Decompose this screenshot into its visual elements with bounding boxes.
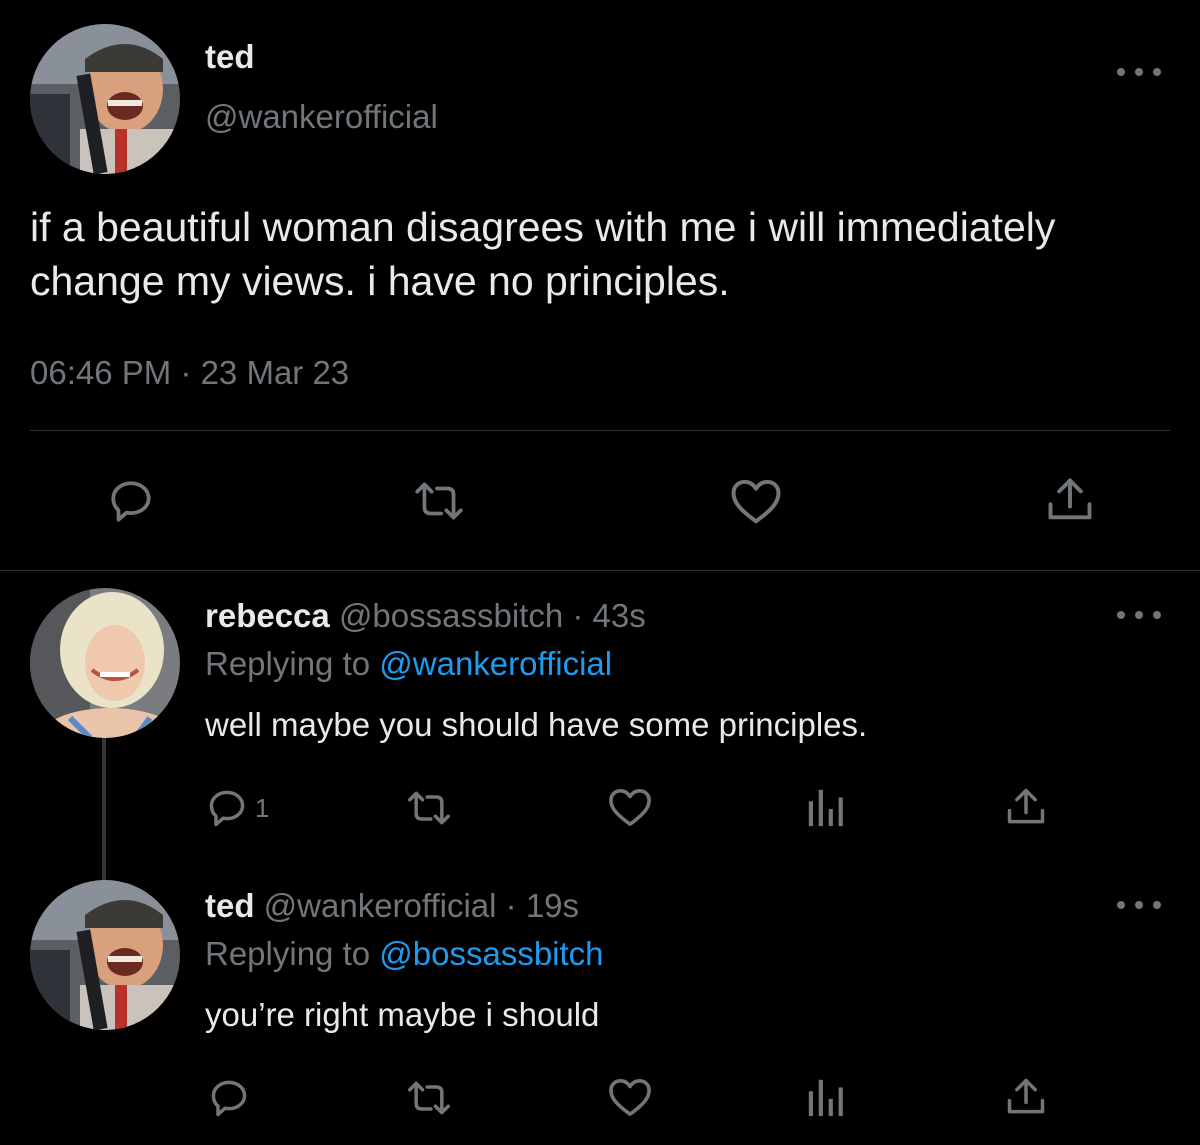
share-icon[interactable] [1004,784,1048,830]
reply-icon[interactable] [207,1076,251,1120]
retweet-icon[interactable] [412,476,466,526]
reply-icon [209,790,245,827]
avatar-ted[interactable] [30,880,180,1030]
tweet-thread: ted @wankerofficial if a beautiful woman… [0,0,1200,1145]
divider [30,430,1170,431]
reply-count: 1 [255,792,270,823]
like-icon[interactable] [607,1076,653,1118]
reply-text: you’re right maybe i should [205,996,600,1033]
tweet-text: if a beautiful woman disagrees with me i… [30,204,1056,304]
author-handle[interactable]: @wankerofficial [264,887,497,924]
mention-link[interactable]: @bossassbitch [379,935,603,972]
share-icon[interactable] [1044,474,1096,526]
avatar-rebecca[interactable] [30,588,180,738]
views-icon[interactable] [806,1076,846,1118]
share-icon[interactable] [1004,1074,1048,1120]
views-icon[interactable] [806,786,846,828]
reply-button[interactable]: 1 [205,786,269,830]
replying-to: Replying to @wankerofficial [205,645,612,683]
more-options-icon[interactable] [1117,898,1161,912]
avatar-ted[interactable] [30,24,180,174]
divider [0,570,1200,571]
reply-icon[interactable] [106,476,156,526]
author-name[interactable]: rebecca [205,597,330,634]
retweet-icon[interactable] [405,786,453,830]
more-options-icon[interactable] [1117,608,1161,622]
retweet-icon[interactable] [405,1076,453,1120]
author-handle[interactable]: @wankerofficial [205,98,438,136]
reply-header: rebecca @bossassbitch · 43s [205,597,646,635]
like-icon[interactable] [729,476,783,526]
author-name[interactable]: ted [205,38,255,76]
reply-time[interactable]: 43s [593,597,646,634]
reply-text: well maybe you should have some principl… [205,706,868,743]
author-handle[interactable]: @bossassbitch [339,597,563,634]
separator-dot: · [496,887,526,924]
mention-link[interactable]: @wankerofficial [379,645,612,682]
replying-to-label: Replying to [205,645,380,682]
replying-to: Replying to @bossassbitch [205,935,604,973]
like-icon[interactable] [607,786,653,828]
thread-connector-line [102,735,106,883]
reply-header: ted @wankerofficial · 19s [205,887,579,925]
replying-to-label: Replying to [205,935,380,972]
author-name[interactable]: ted [205,887,255,924]
tweet-timestamp: 06:46 PM · 23 Mar 23 [30,354,350,391]
reply-time[interactable]: 19s [526,887,579,924]
separator-dot: · [563,597,593,634]
more-options-icon[interactable] [1117,65,1161,79]
